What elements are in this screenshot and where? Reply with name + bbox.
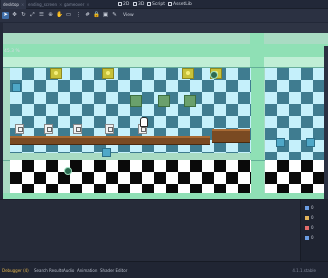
computer-sign [105, 124, 114, 134]
tilemap-band-strip [3, 57, 328, 67]
info-count[interactable]: 0 [305, 234, 325, 241]
tab-search-results[interactable]: Search Results [34, 262, 63, 278]
tilemap-band-top [3, 44, 328, 57]
canvas-toolbar: ➤ ✥ ↻ ⤢ ☰ ⊕ ✋ ▭ ⋮ # 🔒 ▣ ✎ View [0, 9, 328, 23]
tilemap-band-right [250, 33, 264, 199]
bottom-panel [0, 199, 300, 261]
scene-tab-bar: desktop × ending_screen × gameover × 2D 3D … [0, 0, 328, 9]
cyan-block [306, 138, 315, 147]
computer-sign [73, 124, 82, 134]
player-sprite[interactable] [140, 117, 148, 127]
tab-animation[interactable]: Animation [77, 262, 97, 278]
2d-icon [118, 1, 122, 6]
workspace-label: 3D [138, 2, 145, 7]
node-icon [305, 205, 309, 210]
viewport-scrollbar[interactable] [324, 46, 328, 199]
pivot-icon[interactable]: ⊕ [47, 12, 54, 19]
tab-audio[interactable]: Audio [63, 262, 74, 278]
zoom-indicator[interactable]: 45.3 % [4, 49, 20, 54]
scale-mode-icon[interactable]: ⤢ [29, 12, 36, 19]
tab-label: desktop [3, 2, 19, 7]
bottom-tab-bar: Debugger (4) Search Results Audio Animat… [0, 261, 328, 278]
3d-icon [133, 1, 137, 6]
node-count[interactable]: 0 [305, 204, 325, 211]
rotate-mode-icon[interactable]: ↻ [20, 12, 27, 19]
workspace-label: 2D [123, 2, 130, 7]
assetlib-icon [168, 1, 172, 6]
workspace-script-button[interactable]: Script [147, 0, 165, 9]
workspace-assetlib-button[interactable]: AssetLib [168, 0, 192, 9]
close-icon[interactable]: × [86, 2, 89, 7]
tilemap-floor-checker [10, 160, 251, 193]
node-marker[interactable] [210, 71, 218, 79]
coin-tile [182, 68, 194, 79]
tab-debugger[interactable]: Debugger (4) [2, 262, 29, 278]
select-mode-icon[interactable]: ➤ [2, 12, 9, 19]
godot-editor: desktop × ending_screen × gameover × 2D 3D … [0, 0, 328, 278]
wood-shelf [10, 136, 210, 145]
coin-tile [102, 68, 114, 79]
count-label: 0 [311, 225, 314, 230]
move-mode-icon[interactable]: ✥ [11, 12, 18, 19]
debugger-side-panel: 0 0 0 0 [300, 199, 328, 261]
count-label: 0 [311, 215, 314, 220]
green-block [184, 95, 196, 107]
coin-tile [50, 68, 62, 79]
tab-desktop[interactable]: desktop × [1, 0, 27, 9]
wood-shelf [212, 129, 250, 143]
info-icon [305, 235, 309, 240]
canvas-viewport[interactable]: 45.3 % [0, 23, 328, 199]
green-block [158, 95, 170, 107]
warning-count[interactable]: 0 [305, 214, 325, 221]
error-count[interactable]: 0 [305, 224, 325, 231]
node-marker[interactable] [64, 167, 72, 175]
pan-mode-icon[interactable]: ✋ [56, 12, 63, 19]
cyan-block [102, 148, 111, 157]
tab-label: gameover [64, 2, 85, 7]
workspace-3d-button[interactable]: 3D [133, 0, 144, 9]
ruler-mode-icon[interactable]: ▭ [65, 12, 72, 19]
computer-sign [15, 124, 24, 134]
tilemap-blue-checker-right [265, 68, 328, 160]
cyan-block [12, 83, 21, 92]
tab-ending-screen[interactable]: ending_screen × [26, 0, 64, 9]
tab-label: ending_screen [28, 2, 58, 7]
cyan-block [276, 138, 285, 147]
list-select-icon[interactable]: ☰ [38, 12, 45, 19]
tab-shader-editor[interactable]: Shader Editor [100, 262, 127, 278]
lock-icon[interactable]: 🔒 [93, 12, 100, 19]
workspace-2d-button[interactable]: 2D [118, 0, 129, 9]
error-icon [305, 225, 309, 230]
tilemap-floor-checker-right [265, 160, 328, 193]
view-menu[interactable]: View [123, 12, 134, 19]
version-label: 4.1.1.stable [292, 268, 316, 273]
bone-icon[interactable]: ✎ [111, 12, 118, 19]
smart-snap-icon[interactable]: ⋮ [75, 12, 82, 19]
workspace-label: AssetLib [173, 2, 192, 7]
close-icon[interactable]: × [21, 2, 24, 7]
group-icon[interactable]: ▣ [102, 12, 109, 19]
count-label: 0 [311, 205, 314, 210]
count-label: 0 [311, 235, 314, 240]
green-block [130, 95, 142, 107]
computer-sign [44, 124, 53, 134]
tab-gameover[interactable]: gameover × [62, 0, 92, 9]
warning-icon [305, 215, 309, 220]
workspace-label: Script [152, 2, 166, 7]
grid-snap-icon[interactable]: # [84, 12, 91, 19]
script-icon [147, 1, 151, 6]
